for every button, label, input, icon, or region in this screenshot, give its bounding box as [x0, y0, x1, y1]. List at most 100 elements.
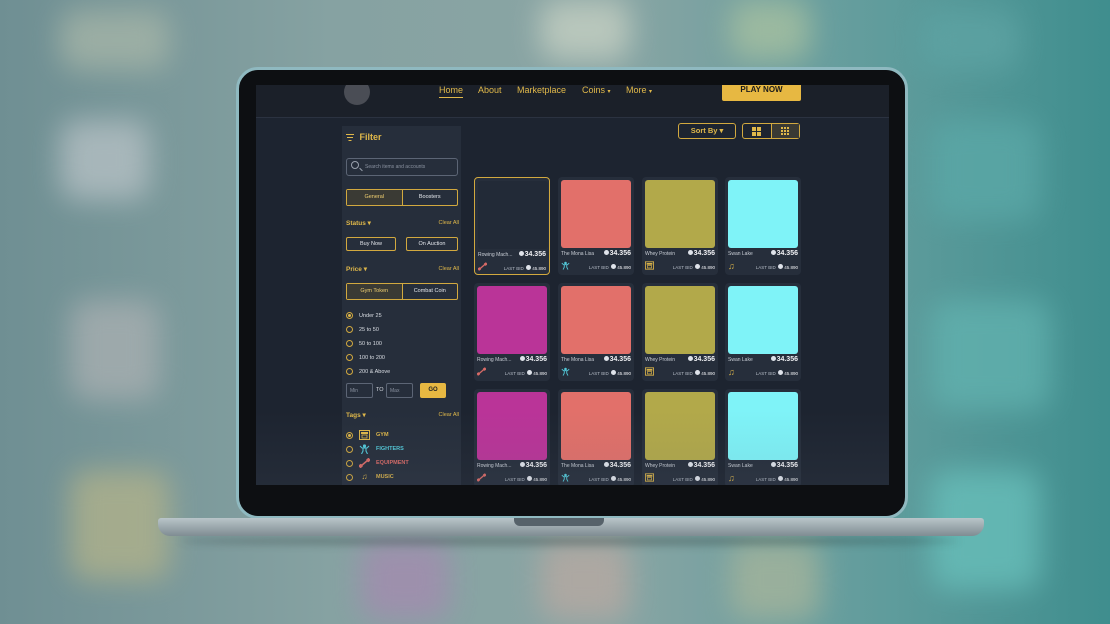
item-card[interactable]: Whey Protein 34.356 LAST BID 45.890: [642, 283, 718, 381]
item-price: 34.356: [687, 462, 715, 469]
price-option-label: 200 & Above: [359, 368, 391, 375]
small-grid-view-button[interactable]: [770, 124, 799, 138]
price-option-100-200[interactable]: 100 to 200: [346, 354, 385, 361]
price-title[interactable]: Price ▾: [346, 265, 367, 273]
last-bid-label: LAST BID: [588, 371, 609, 376]
item-card[interactable]: Rowing Mach... 34.356 LAST BID 45.890: [474, 389, 550, 485]
last-bid-label: LAST BID: [672, 371, 693, 376]
item-thumbnail[interactable]: [645, 392, 715, 460]
item-price-value: 34.356: [693, 462, 715, 469]
tag-equipment[interactable]: EQUIPMENT: [346, 457, 409, 469]
last-bid: LAST BID 45.890: [589, 476, 631, 482]
item-card[interactable]: Rowing Mach... 34.356 LAST BID 45.890: [474, 283, 550, 381]
item-thumbnail[interactable]: [728, 286, 798, 354]
last-bid-value: 45.890: [701, 265, 715, 270]
item-thumbnail[interactable]: [561, 180, 631, 248]
coin-icon: [778, 264, 784, 269]
nav-coins[interactable]: Coins ▾: [582, 85, 611, 95]
play-now-button[interactable]: PLAY NOW: [722, 85, 801, 101]
status-title[interactable]: Status ▾: [346, 219, 371, 227]
nav-about[interactable]: About: [478, 85, 502, 95]
item-card[interactable]: Rowing Mach... 34.356 LAST BID 45.890: [474, 177, 550, 275]
radio-button[interactable]: [346, 354, 353, 361]
view-toggle: [742, 123, 800, 139]
item-thumbnail[interactable]: [477, 392, 547, 460]
coin-icon: [527, 370, 533, 375]
top-navigation: Home About Marketplace Coins ▾ More ▾ PL…: [256, 85, 889, 118]
item-card[interactable]: Swan Lake 34.356 ♫ LAST BID 45.890: [725, 283, 801, 381]
tags-title[interactable]: Tags ▾: [346, 411, 366, 419]
item-thumbnail[interactable]: [645, 286, 715, 354]
last-bid-value: 45.890: [784, 371, 798, 376]
item-thumbnail[interactable]: [728, 392, 798, 460]
radio-button[interactable]: [346, 326, 353, 333]
coin-icon: [695, 476, 701, 481]
item-thumbnail[interactable]: [728, 180, 798, 248]
item-thumbnail[interactable]: [561, 286, 631, 354]
item-name: The Mona Lisa: [561, 357, 595, 363]
item-price-value: 34.356: [525, 462, 547, 469]
item-thumbnail[interactable]: [477, 286, 547, 354]
item-price: 34.356: [603, 356, 631, 363]
nav-more[interactable]: More ▾: [626, 85, 652, 95]
coin-icon: [687, 356, 693, 361]
laptop-notch: [514, 518, 604, 526]
nav-home[interactable]: Home: [439, 85, 464, 98]
coin-icon: [778, 476, 784, 481]
item-thumbnail[interactable]: [478, 181, 548, 249]
item-card[interactable]: The Mona Lisa 34.356 LAST BID 45.890: [558, 177, 634, 275]
radio-button[interactable]: [346, 340, 353, 347]
item-price-value: 34.356: [693, 356, 715, 363]
buy-now-button[interactable]: Buy Now: [346, 237, 396, 251]
price-option-50-100[interactable]: 50 to 100: [346, 340, 382, 347]
item-card[interactable]: The Mona Lisa 34.356 LAST BID 45.890: [558, 283, 634, 381]
toggle-boosters[interactable]: Boosters: [401, 190, 458, 205]
price-option-25-50[interactable]: 25 to 50: [346, 326, 379, 333]
min-price-input[interactable]: [346, 383, 373, 398]
search-input[interactable]: [365, 161, 455, 173]
chevron-down-icon: ▾: [607, 89, 611, 95]
tag-music[interactable]: ♫ MUSIC: [346, 472, 394, 482]
last-bid: LAST BID 45.890: [756, 264, 798, 270]
item-card[interactable]: Swan Lake 34.356 ♫ LAST BID 45.890: [725, 177, 801, 275]
last-bid: LAST BID 45.890: [504, 265, 546, 271]
toggle-gym-token[interactable]: Gym Token: [347, 284, 402, 299]
price-clear-all[interactable]: Clear All: [439, 266, 459, 272]
status-clear-all[interactable]: Clear All: [439, 220, 459, 226]
radio-button[interactable]: [346, 473, 353, 481]
radio-button[interactable]: [346, 312, 353, 319]
nav-more-label: More: [626, 85, 647, 95]
tags-clear-all[interactable]: Clear All: [439, 412, 459, 418]
item-name: Rowing Mach...: [477, 463, 512, 469]
radio-button[interactable]: [346, 431, 353, 439]
last-bid-label: LAST BID: [504, 477, 525, 482]
on-auction-button[interactable]: On Auction: [406, 237, 458, 251]
item-card[interactable]: The Mona Lisa 34.356 LAST BID 45.890: [558, 389, 634, 485]
toggle-general[interactable]: General: [347, 190, 402, 205]
item-card[interactable]: Whey Protein 34.356 LAST BID 45.890: [642, 389, 718, 485]
price-option-label: 100 to 200: [359, 354, 385, 361]
fighter-icon: [561, 367, 570, 378]
sort-by-dropdown[interactable]: Sort By ▾: [678, 123, 736, 139]
tag-fighters[interactable]: FIGHTERS: [346, 444, 404, 455]
go-button[interactable]: GO: [420, 383, 446, 398]
max-price-input[interactable]: [386, 383, 413, 398]
item-card[interactable]: Whey Protein 34.356 LAST BID 45.890: [642, 177, 718, 275]
toggle-combat-coin[interactable]: Combat Coin: [401, 284, 458, 299]
last-bid-value: 45.890: [532, 266, 546, 271]
item-card[interactable]: Swan Lake 34.356 ♫ LAST BID 45.890: [725, 389, 801, 485]
item-thumbnail[interactable]: [645, 180, 715, 248]
radio-button[interactable]: [346, 445, 353, 453]
item-price: 34.356: [770, 250, 798, 257]
radio-button[interactable]: [346, 368, 353, 375]
tag-gym[interactable]: GYM: [346, 430, 389, 440]
item-name: Rowing Mach...: [478, 252, 513, 258]
price-option-under-25[interactable]: Under 25: [346, 312, 382, 319]
price-option-200-above[interactable]: 200 & Above: [346, 368, 390, 375]
nav-marketplace[interactable]: Marketplace: [517, 85, 566, 95]
last-bid: LAST BID 45.890: [673, 370, 715, 376]
item-thumbnail[interactable]: [561, 392, 631, 460]
site-logo[interactable]: [344, 85, 370, 105]
radio-button[interactable]: [346, 459, 353, 467]
large-grid-view-button[interactable]: [743, 124, 771, 138]
